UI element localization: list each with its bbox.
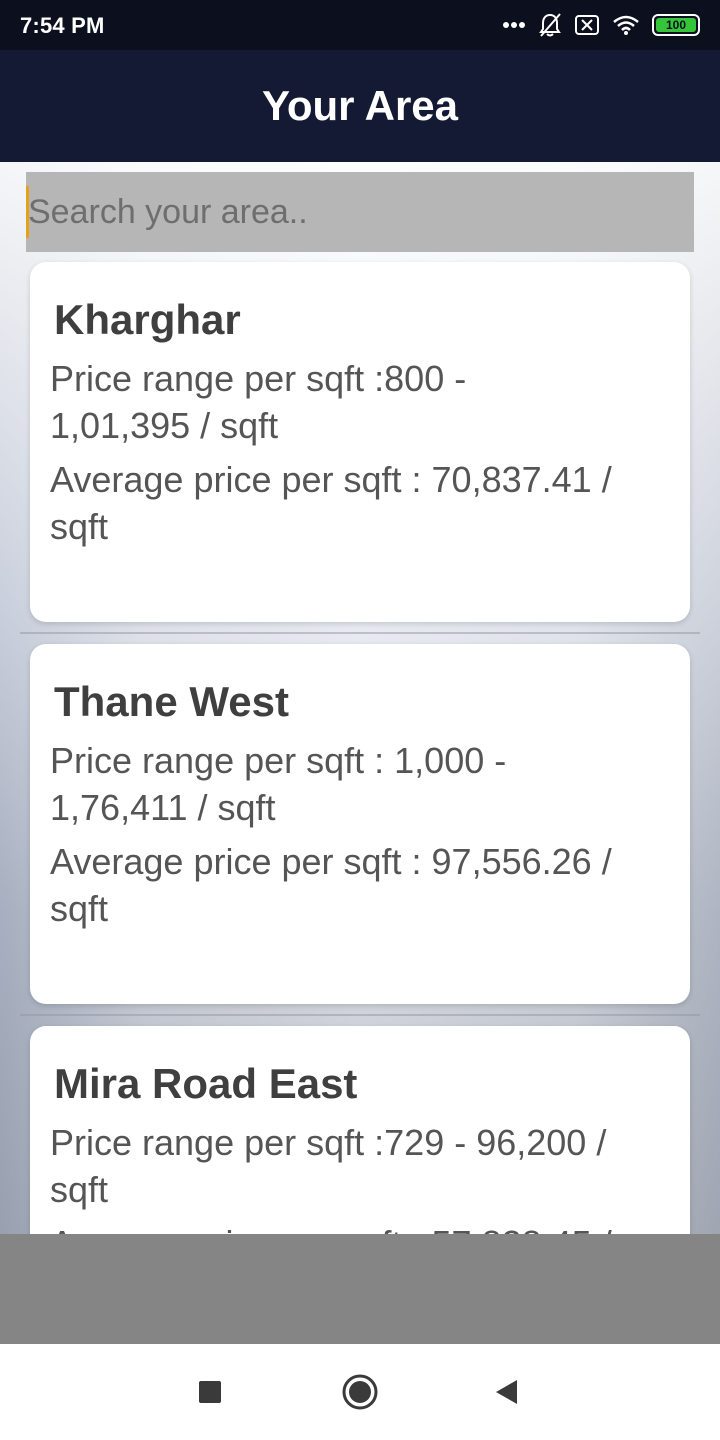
bell-muted-icon (538, 12, 562, 38)
wifi-icon (612, 14, 640, 36)
status-bar: 7:54 PM 100 (0, 0, 720, 50)
status-time: 7:54 PM (20, 13, 105, 38)
average-price-line: Average price per sqft : 57,828.45 / (50, 1220, 680, 1234)
list-divider (20, 1014, 700, 1016)
price-range-line: 1,01,395 / sqft (50, 405, 279, 446)
price-range-line: Price range per sqft :729 - 96,200 / (50, 1122, 607, 1163)
search-bar[interactable] (26, 172, 694, 252)
battery-icon: 100 (652, 14, 700, 36)
back-triangle-icon[interactable] (486, 1372, 526, 1412)
page-title: Your Area (261, 82, 459, 129)
price-range-line: 1,76,411 / sqft (50, 787, 276, 828)
area-list-content[interactable]: Kharghar Price range per sqft :800 - 1,0… (0, 162, 720, 1234)
area-card-thane-west[interactable]: Thane West Price range per sqft : 1,000 … (30, 644, 690, 1004)
sim-off-icon (574, 14, 600, 36)
battery-level: 100 (656, 18, 696, 32)
average-price-line: sqft (50, 888, 109, 929)
average-price-line: Average price per sqft : 97,556.26 / (50, 841, 612, 882)
system-nav-bar (0, 1344, 720, 1440)
area-card-kharghar[interactable]: Kharghar Price range per sqft :800 - 1,0… (30, 262, 690, 622)
area-name: Kharghar (54, 296, 241, 343)
more-dots-icon (502, 21, 526, 29)
search-input[interactable] (26, 172, 694, 252)
text-cursor (26, 186, 29, 238)
recents-square-icon[interactable] (190, 1372, 230, 1412)
average-price-line: Average price per sqft : 70,837.41 / (50, 459, 612, 500)
home-circle-icon[interactable] (340, 1372, 380, 1412)
price-range-line: sqft (50, 1169, 109, 1210)
area-name: Thane West (54, 678, 289, 725)
status-icons: 100 (502, 12, 700, 38)
area-name: Mira Road East (54, 1060, 358, 1107)
average-price-line: sqft (50, 506, 109, 547)
app-bar: Your Area (0, 50, 720, 162)
price-range-line: Price range per sqft :800 - (50, 358, 467, 399)
bottom-banner-area (0, 1234, 720, 1344)
area-card-mira-road-east[interactable]: Mira Road East Price range per sqft :729… (30, 1026, 690, 1234)
price-range-line: Price range per sqft : 1,000 - (50, 740, 507, 781)
list-divider (20, 632, 700, 634)
